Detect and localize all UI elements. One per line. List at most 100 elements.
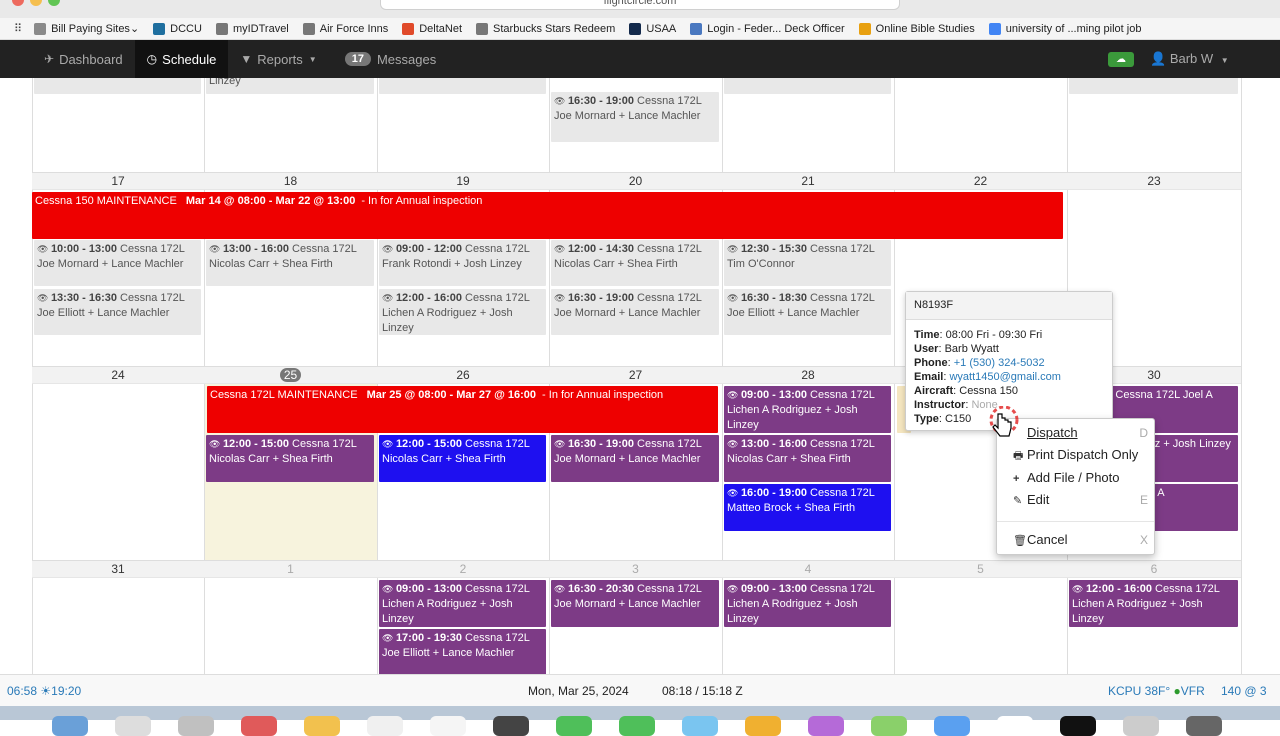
reservation-event[interactable]: 👁 16:30 - 19:00 Cessna 172L Joe Mornard … xyxy=(551,92,719,142)
reservation-event[interactable]: 👁 09:00 - 13:00 Cessna 172L Lichen A Rod… xyxy=(724,580,891,627)
day-number: 31 xyxy=(111,562,125,576)
url-bar[interactable]: flightcircle.com xyxy=(380,0,900,10)
day-header[interactable]: 23 xyxy=(1067,172,1241,190)
maintenance-bar[interactable]: Cessna 150 MAINTENANCE Mar 14 @ 08:00 - … xyxy=(32,192,1063,239)
bookmark-item[interactable]: Online Bible Studies xyxy=(858,22,975,35)
wind-info: 140 @ 3 xyxy=(1221,684,1267,698)
nav-reports[interactable]: ▼ Reports ▼ xyxy=(228,40,328,78)
menu-item-cancel[interactable]: 🗑Cancel X xyxy=(997,529,1154,551)
day-header[interactable]: 5 xyxy=(894,560,1067,578)
dock-app-icon[interactable] xyxy=(52,716,88,736)
bookmark-item[interactable]: DCCU xyxy=(153,22,202,35)
dock-app-icon[interactable] xyxy=(1060,716,1096,736)
bookmark-item[interactable]: university of ...ming pilot job xyxy=(988,22,1141,35)
dock-app-icon[interactable] xyxy=(934,716,970,736)
reservation-event[interactable]: 👁 12:00 - 15:00 Cessna 172L Nicolas Carr… xyxy=(206,435,374,482)
dock-app-icon[interactable] xyxy=(1186,716,1222,736)
bookmark-item[interactable]: Air Force Inns xyxy=(302,22,388,35)
day-header[interactable]: 26 xyxy=(377,366,549,384)
bookmark-item[interactable]: myIDTravel xyxy=(215,22,289,35)
day-header[interactable]: 20 xyxy=(549,172,722,190)
day-header[interactable]: 1 xyxy=(204,560,377,578)
day-header[interactable]: 28 xyxy=(722,366,894,384)
reservation-event[interactable] xyxy=(379,78,546,94)
reservation-event[interactable]: 👁 16:30 - 19:00 Cessna 172L Joe Mornard … xyxy=(551,289,719,335)
dock-app-icon[interactable] xyxy=(745,716,781,736)
close-window-button[interactable] xyxy=(12,0,24,6)
dock-app-icon[interactable] xyxy=(997,716,1033,736)
bookmark-item[interactable]: USAA xyxy=(629,22,676,35)
dock-app-icon[interactable] xyxy=(241,716,277,736)
reservation-event[interactable]: 👁 16:00 - 19:00 Cessna 172L Matteo Brock… xyxy=(724,484,891,531)
reservation-event[interactable] xyxy=(724,78,891,94)
apps-grid-icon[interactable]: ⠿ xyxy=(14,22,22,35)
dock-app-icon[interactable] xyxy=(493,716,529,736)
menu-item-add-file[interactable]: + Add File / Photo xyxy=(997,467,1154,489)
reservation-event[interactable]: Linzey xyxy=(206,78,374,94)
phone-link[interactable]: +1 (530) 324-5032 xyxy=(954,357,1045,369)
email-link[interactable]: wyatt1450@gmail.com xyxy=(949,371,1060,383)
reservation-event[interactable] xyxy=(34,78,201,94)
bookmark-item[interactable]: Bill Paying Sites ⌄ xyxy=(34,22,139,35)
day-header[interactable]: 3 xyxy=(549,560,722,578)
reservation-event[interactable]: 👁 16:30 - 19:00 Cessna 172L Joe Mornard … xyxy=(551,435,719,482)
reservation-event[interactable]: 👁 12:00 - 15:00 Cessna 172L Nicolas Carr… xyxy=(379,435,546,482)
reservation-event[interactable]: 👁 13:30 - 16:30 Cessna 172L Joe Elliott … xyxy=(34,289,201,335)
menu-item-edit[interactable]: ✎ Edit E xyxy=(997,489,1154,511)
day-number: 19 xyxy=(456,174,470,188)
reservation-event[interactable]: 👁 13:00 - 16:00 Cessna 172L Nicolas Carr… xyxy=(206,240,374,286)
nav-messages[interactable]: 17 Messages xyxy=(329,40,449,78)
day-header[interactable]: 31 xyxy=(32,560,204,578)
dock-app-icon[interactable] xyxy=(556,716,592,736)
day-header[interactable]: 27 xyxy=(549,366,722,384)
reservation-event[interactable]: 👁 12:00 - 16:00 Cessna 172L Lichen A Rod… xyxy=(1069,580,1238,627)
dock-app-icon[interactable] xyxy=(682,716,718,736)
day-number: 24 xyxy=(111,368,125,382)
weather-status[interactable]: KCPU 38F° ●VFR xyxy=(1108,684,1205,698)
dock-app-icon[interactable] xyxy=(178,716,214,736)
dock-app-icon[interactable] xyxy=(619,716,655,736)
bookmark-item[interactable]: Login - Feder... Deck Officer xyxy=(690,22,845,35)
nav-schedule[interactable]: ◷ Schedule xyxy=(134,40,229,78)
dock-app-icon[interactable] xyxy=(808,716,844,736)
day-header[interactable]: 24 xyxy=(32,366,204,384)
reservation-event[interactable]: 👁 12:30 - 15:30 Cessna 172L Tim O'Connor xyxy=(724,240,891,286)
nav-dashboard[interactable]: ✈ Dashboard xyxy=(32,40,135,78)
reservation-event[interactable]: 👁 10:00 - 13:00 Cessna 172L Joe Mornard … xyxy=(34,240,201,286)
dock-app-icon[interactable] xyxy=(1123,716,1159,736)
zoom-window-button[interactable] xyxy=(48,0,60,6)
reservation-event[interactable] xyxy=(1069,78,1238,94)
day-header[interactable]: 18 xyxy=(204,172,377,190)
document-icon xyxy=(690,22,703,35)
dock-app-icon[interactable] xyxy=(430,716,466,736)
day-header[interactable]: 4 xyxy=(722,560,894,578)
reservation-event[interactable]: 👁 12:00 - 14:30 Cessna 172L Nicolas Carr… xyxy=(551,240,719,286)
dock-app-icon[interactable] xyxy=(304,716,340,736)
reservation-event[interactable]: 👁 09:00 - 13:00 Cessna 172L Lichen A Rod… xyxy=(379,580,546,627)
reservation-event[interactable]: 👁 17:00 - 19:30 Cessna 172L Joe Elliott … xyxy=(379,629,546,674)
user-menu[interactable]: 👤 Barb W ▼ xyxy=(1150,40,1229,78)
reservation-event[interactable]: 👁 09:00 - 12:00 Cessna 172L Frank Rotond… xyxy=(379,240,546,286)
bookmark-item[interactable]: DeltaNet xyxy=(402,22,462,35)
day-header[interactable]: 19 xyxy=(377,172,549,190)
filter-icon: ▼ xyxy=(240,52,253,66)
day-header[interactable]: 17 xyxy=(32,172,204,190)
day-header[interactable]: 25 xyxy=(204,366,377,384)
reservation-event[interactable]: 👁 16:30 - 18:30 Cessna 172L Joe Elliott … xyxy=(724,289,891,335)
reservation-event[interactable]: 👁 12:00 - 16:00 Cessna 172L Lichen A Rod… xyxy=(379,289,546,335)
reservation-event[interactable]: 👁 13:00 - 16:00 Cessna 172L Nicolas Carr… xyxy=(724,435,891,482)
dock-app-icon[interactable] xyxy=(871,716,907,736)
reservation-event[interactable]: 👁 16:30 - 20:30 Cessna 172L Joe Mornard … xyxy=(551,580,719,627)
reservation-event[interactable]: 👁 09:00 - 13:00 Cessna 172L Lichen A Rod… xyxy=(724,386,891,433)
bookmark-item[interactable]: Starbucks Stars Redeem xyxy=(476,22,615,35)
day-header[interactable]: 6 xyxy=(1067,560,1241,578)
minimize-window-button[interactable] xyxy=(30,0,42,6)
dock-app-icon[interactable] xyxy=(367,716,403,736)
cloud-icon[interactable]: ☁ xyxy=(1108,52,1134,67)
dock-app-icon[interactable] xyxy=(115,716,151,736)
maintenance-bar[interactable]: Cessna 172L MAINTENANCE Mar 25 @ 08:00 -… xyxy=(207,386,718,433)
day-header[interactable]: 2 xyxy=(377,560,549,578)
day-header[interactable]: 22 xyxy=(894,172,1067,190)
day-number: 1 xyxy=(287,562,294,576)
day-header[interactable]: 21 xyxy=(722,172,894,190)
